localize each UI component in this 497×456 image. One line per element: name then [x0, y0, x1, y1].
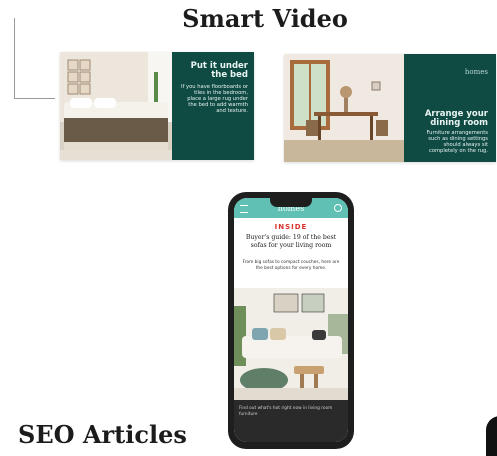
- slide-headline: Arrange your dining room: [424, 109, 488, 128]
- article-title[interactable]: Buyer's guide: 19 of the best sofas for …: [240, 234, 342, 250]
- living-room-photo: [234, 288, 348, 400]
- section-label: SEO Articles: [18, 420, 187, 449]
- slide-body-text: If you have floorboards or tiles in the …: [181, 84, 248, 114]
- section-badge: INSIDE: [274, 223, 308, 231]
- phone-mockup: homes INSIDE Buyer's guide: 19 of the be…: [228, 192, 354, 449]
- slide-text-panel: Put it under the bed If you have floorbo…: [172, 52, 254, 160]
- article-lead: From big sofas to compact couches, here …: [242, 260, 340, 271]
- footer-text: Find out what's hot right now in living …: [239, 406, 333, 417]
- video-slide-bedroom[interactable]: Put it under the bed If you have floorbo…: [60, 52, 254, 160]
- phone-screen[interactable]: homes INSIDE Buyer's guide: 19 of the be…: [234, 198, 348, 442]
- slide-headline: Put it under the bed: [190, 61, 248, 80]
- bracket-divider: [14, 18, 55, 99]
- video-slide-dining[interactable]: homes Arrange your dining room Furniture…: [284, 54, 496, 162]
- slide-body-text: Furniture arrangements such as dining se…: [426, 130, 488, 154]
- slide-brand: homes: [464, 68, 488, 76]
- section-heading: Smart Video: [182, 4, 348, 33]
- search-icon[interactable]: [334, 204, 342, 212]
- footer-strip: Find out what's hot right now in living …: [234, 400, 348, 442]
- cropped-shape: [486, 416, 497, 456]
- slide-text-panel: homes Arrange your dining room Furniture…: [404, 54, 496, 162]
- phone-notch: [270, 198, 312, 207]
